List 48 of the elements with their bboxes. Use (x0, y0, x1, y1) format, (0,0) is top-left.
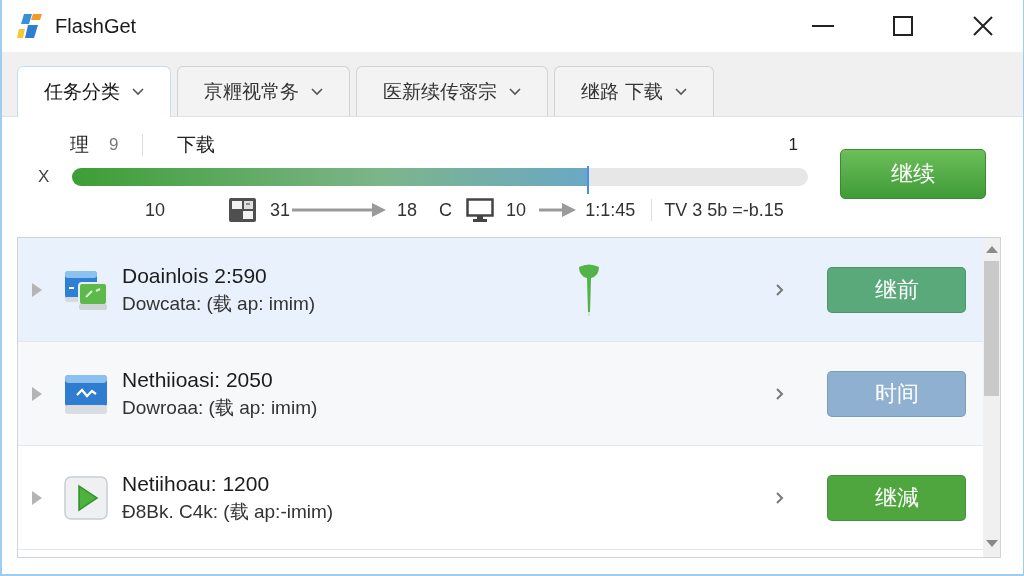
tab[interactable]: 继路 下载 (554, 66, 715, 116)
scroll-up-icon[interactable] (985, 246, 998, 253)
chevron-down-icon (509, 87, 521, 96)
monitor-icon (466, 198, 495, 222)
progress-marker (587, 166, 590, 194)
chevron-right-icon[interactable] (776, 283, 784, 296)
chevron-down-icon (311, 87, 323, 96)
chevron-right-icon[interactable] (776, 387, 784, 400)
stat-target: 18 (397, 199, 418, 221)
right-arrow-icon (539, 203, 577, 217)
logo-icon (17, 13, 43, 39)
tab[interactable]: 亰糎视常务 (177, 66, 350, 116)
tab[interactable]: 任务分类 (17, 66, 171, 117)
download-detail: Dowcata: (载 ap: imim) (122, 291, 317, 316)
stat-count: 10 (145, 199, 166, 221)
download-title: Nethiioasi: 2050 (122, 366, 274, 393)
stat-unit: C (439, 199, 453, 221)
close-icon (973, 16, 993, 36)
download-row[interactable]: Nethiioasi: 2050 Dowroaa: (载 ap: imim) 时间 (18, 342, 983, 446)
minimize-icon (812, 25, 834, 27)
download-row[interactable]: Doainlois 2:590 Dowcata: (载 ap: imim) 继前 (18, 238, 983, 342)
expand-triangle-icon[interactable] (32, 490, 42, 505)
chevron-right-icon[interactable] (776, 491, 784, 504)
expand-triangle-icon[interactable] (32, 282, 42, 297)
chevron-down-icon (132, 88, 144, 96)
window-title: FlashGet (55, 14, 137, 38)
scroll-down-icon[interactable] (985, 540, 998, 547)
window-panes-icon (229, 198, 257, 222)
maximize-icon (893, 16, 913, 36)
download-detail: Dowroaa: (载 ap: imim) (122, 395, 319, 420)
elapsed-time: 1:1:45 (585, 199, 636, 221)
download-title: Doainlois 2:590 (122, 262, 268, 289)
summary-label: 理 (70, 132, 89, 157)
task-count: 9 (109, 135, 119, 155)
total-count: 1 (788, 135, 798, 155)
stat-screen: 10 (506, 199, 527, 221)
status-text: 下载 (177, 132, 216, 157)
download-detail: Ð8Bk. C4k: (载 ap:-imim) (122, 499, 335, 524)
right-arrow-icon (292, 203, 387, 217)
axis-label: X (38, 167, 51, 187)
stat-info: TV 3 5b =-b.15 (664, 199, 784, 221)
download-title: Netiihoau: 1200 (122, 470, 271, 497)
scrollbar-thumb[interactable] (984, 261, 999, 396)
chevron-down-icon (675, 87, 688, 96)
tab[interactable]: 医新续传宻宗 (356, 66, 548, 116)
stat-source: 31 (270, 199, 291, 221)
expand-triangle-icon[interactable] (32, 386, 42, 401)
play-icon (64, 474, 108, 521)
